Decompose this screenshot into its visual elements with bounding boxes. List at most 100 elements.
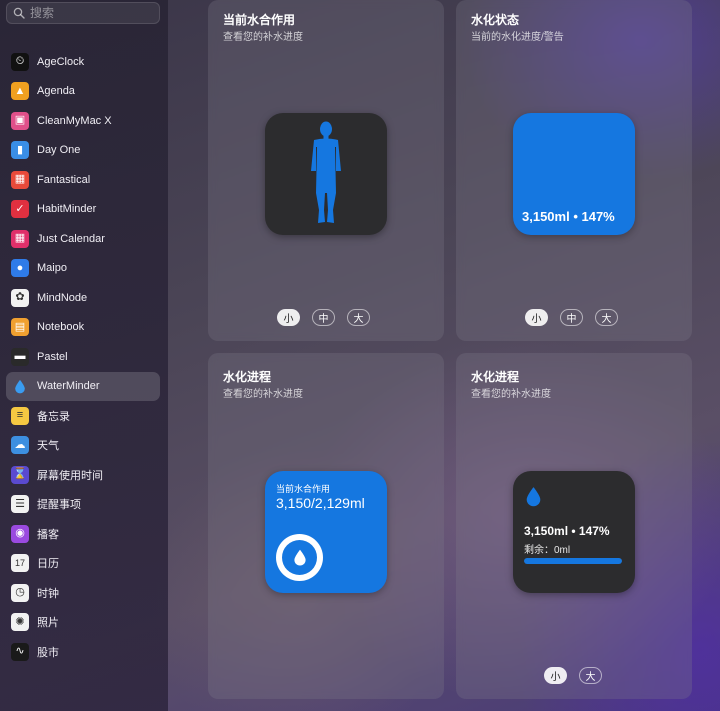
notebook-icon: ▤: [11, 318, 29, 337]
size-large-button[interactable]: 大: [347, 309, 370, 326]
habitminder-icon: ✓: [11, 200, 29, 219]
water-drop-icon: [526, 487, 541, 507]
card-title: 水化进程: [223, 370, 272, 384]
sidebar-item-weather[interactable]: ☁ 天气: [6, 431, 160, 461]
sidebar-item-label: 照片: [37, 617, 59, 630]
justcalendar-icon: ▦: [11, 229, 29, 248]
widget-value: 3,150/2,129ml: [276, 495, 365, 511]
card-title: 水化状态: [471, 13, 520, 27]
widget-card-progress-dark[interactable]: 水化进程 查看您的补水进度 3,150ml • 147% 剩余：0ml 小 大: [456, 353, 692, 699]
photos-icon: ✺: [11, 613, 29, 632]
size-large-button[interactable]: 大: [579, 667, 602, 684]
sidebar-item-podcasts[interactable]: ◉ 播客: [6, 519, 160, 549]
sidebar-item-label: 提醒事项: [37, 499, 81, 512]
sidebar-item-habitminder[interactable]: ✓ HabitMinder: [6, 195, 160, 225]
search-input[interactable]: [30, 6, 150, 20]
card-subtitle: 查看您的补水进度: [223, 389, 303, 400]
sidebar-item-reminders[interactable]: ☰ 提醒事项: [6, 490, 160, 520]
reminders-icon: ☰: [11, 495, 29, 514]
status-value: 3,150ml • 147%: [522, 209, 615, 224]
sidebar-item-label: Notebook: [37, 321, 85, 334]
sidebar-item-justcalendar[interactable]: ▦ Just Calendar: [6, 224, 160, 254]
sidebar-item-dayone[interactable]: ▮ Day One: [6, 136, 160, 166]
sidebar-item-label: Fantastical: [37, 173, 91, 186]
pastel-icon: ▬: [11, 347, 29, 366]
mindnode-icon: ✿: [11, 288, 29, 307]
size-selector: 小 大: [544, 667, 602, 684]
sidebar-item-notes[interactable]: ≡ 备忘录: [6, 401, 160, 431]
widget-label: 当前水合作用: [276, 484, 331, 494]
progress-fill: [524, 558, 622, 564]
sidebar-item-fantastical[interactable]: ▦ Fantastical: [6, 165, 160, 195]
card-title: 当前水合作用: [223, 13, 296, 27]
widget-preview-progress-dark[interactable]: 3,150ml • 147% 剩余：0ml: [513, 471, 635, 593]
progress-value: 3,150ml • 147%: [524, 524, 610, 538]
clock-icon: ◷: [11, 583, 29, 602]
sidebar-item-stocks[interactable]: ∿ 股市: [6, 637, 160, 667]
search-icon: [13, 7, 25, 19]
card-subtitle: 查看您的补水进度: [223, 32, 303, 43]
sidebar-item-label: 屏幕使用时间: [37, 469, 103, 482]
dayone-icon: ▮: [11, 141, 29, 160]
body-silhouette-icon: [311, 121, 341, 223]
sidebar-item-screentime[interactable]: ⌛ 屏幕使用时间: [6, 460, 160, 490]
sidebar-item-maipo[interactable]: ● Maipo: [6, 254, 160, 284]
screentime-icon: ⌛: [11, 465, 29, 484]
sidebar-item-label: Maipo: [37, 262, 67, 275]
sidebar-item-label: 备忘录: [37, 410, 70, 423]
sidebar-item-pastel[interactable]: ▬ Pastel: [6, 342, 160, 372]
widget-preview-status[interactable]: 3,150ml • 147%: [513, 113, 635, 235]
notes-icon: ≡: [11, 406, 29, 425]
progress-track: [524, 558, 622, 564]
widget-card-progress-blue[interactable]: 水化进程 查看您的补水进度 当前水合作用 3,150/2,129ml: [208, 353, 444, 699]
sidebar-item-clock[interactable]: ◷ 时钟: [6, 578, 160, 608]
size-small-button[interactable]: 小: [525, 309, 548, 326]
sidebar-item-label: 时钟: [37, 587, 59, 600]
sidebar-item-label: HabitMinder: [37, 203, 97, 216]
search-field[interactable]: [6, 2, 160, 24]
size-large-button[interactable]: 大: [595, 309, 618, 326]
sidebar-item-label: Just Calendar: [37, 232, 105, 245]
sidebar-item-mindnode[interactable]: ✿ MindNode: [6, 283, 160, 313]
size-selector: 小 中 大: [277, 309, 370, 326]
card-title: 水化进程: [471, 370, 520, 384]
size-small-button[interactable]: 小: [277, 309, 300, 326]
size-small-button[interactable]: 小: [544, 667, 567, 684]
sidebar-item-label: Agenda: [37, 85, 75, 98]
sidebar-item-ageclock[interactable]: ⏲ AgeClock: [6, 47, 160, 77]
podcasts-icon: ◉: [11, 524, 29, 543]
widget-preview-body[interactable]: [265, 113, 387, 235]
card-subtitle: 当前的水化进度/警告: [471, 32, 564, 43]
agenda-icon: ▲: [11, 82, 29, 101]
size-medium-button[interactable]: 中: [560, 309, 583, 326]
fantastical-icon: ▦: [11, 170, 29, 189]
sidebar-item-waterminder[interactable]: WaterMinder: [6, 371, 160, 401]
sidebar-item-label: Pastel: [37, 350, 68, 363]
size-medium-button[interactable]: 中: [312, 309, 335, 326]
widget-preview-progress[interactable]: 当前水合作用 3,150/2,129ml: [265, 471, 387, 593]
sidebar-item-agenda[interactable]: ▲ Agenda: [6, 77, 160, 107]
waterminder-icon: [11, 377, 29, 395]
sidebar-item-notebook[interactable]: ▤ Notebook: [6, 313, 160, 343]
sidebar-item-label: AgeClock: [37, 55, 85, 68]
sidebar-item-label: MindNode: [37, 291, 88, 304]
sidebar-item-calendar[interactable]: 17 日历: [6, 549, 160, 579]
sidebar-item-label: 股市: [37, 646, 59, 659]
sidebar: ⏲ AgeClock ▲ Agenda ▣ CleanMyMac X ▮ Day One ▦ Fa…: [0, 0, 168, 711]
app-list: ⏲ AgeClock ▲ Agenda ▣ CleanMyMac X ▮ Day One ▦ Fa…: [6, 47, 160, 667]
sidebar-item-cleanmymac[interactable]: ▣ CleanMyMac X: [6, 106, 160, 136]
sidebar-item-label: 天气: [37, 440, 59, 453]
maipo-icon: ●: [11, 259, 29, 278]
widget-card-status[interactable]: 水化状态 当前的水化进度/警告 3,150ml • 147% 小 中 大: [456, 0, 692, 341]
card-subtitle: 查看您的补水进度: [471, 389, 551, 400]
widget-card-hydration[interactable]: 当前水合作用 查看您的补水进度 小 中 大: [208, 0, 444, 341]
size-selector: 小 中 大: [525, 309, 618, 326]
drop-ring-icon: [276, 534, 323, 581]
stocks-icon: ∿: [11, 642, 29, 661]
sidebar-item-label: WaterMinder: [37, 380, 100, 393]
weather-icon: ☁: [11, 436, 29, 455]
calendar-icon: 17: [11, 554, 29, 573]
sidebar-item-photos[interactable]: ✺ 照片: [6, 608, 160, 638]
ageclock-icon: ⏲: [11, 52, 29, 71]
cleanmymac-icon: ▣: [11, 111, 29, 130]
